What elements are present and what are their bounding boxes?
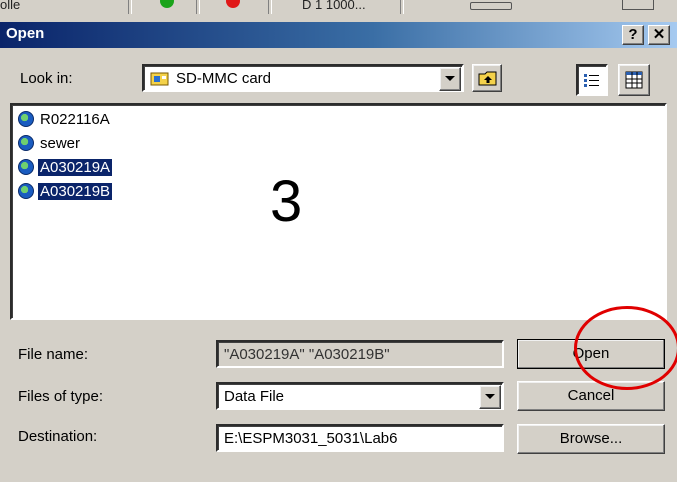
background-text: olle <box>0 0 21 12</box>
dialog-title: Open <box>6 25 45 42</box>
browse-button[interactable]: Browse... <box>517 424 665 454</box>
look-in-label: Look in: <box>20 70 73 87</box>
annotation-step-number: 3 <box>270 169 303 234</box>
toolbar-separator <box>196 0 200 14</box>
close-button[interactable]: ✕ <box>648 25 670 45</box>
file-list[interactable]: R022116A sewer A030219A A030219B <box>10 103 667 320</box>
list-item[interactable]: R022116A <box>18 109 112 129</box>
dialog-titlebar[interactable]: Open ? ✕ <box>0 22 677 48</box>
background-text: D 1 1000... <box>302 0 366 12</box>
destination-label: Destination: <box>18 428 98 445</box>
help-button[interactable]: ? <box>622 25 644 45</box>
toolbar-separator <box>128 0 132 14</box>
close-icon: ✕ <box>652 26 666 43</box>
details-view-icon <box>625 71 643 89</box>
files-of-type-dropdown-button[interactable] <box>479 385 501 409</box>
folder-up-icon <box>478 71 497 86</box>
ruler-icon <box>470 2 512 10</box>
list-item[interactable]: A030219B <box>18 181 113 201</box>
list-item[interactable]: A030219A <box>18 157 113 177</box>
files-of-type-value: Data File <box>224 388 285 405</box>
destination-field[interactable]: E:\ESPM3031_5031\Lab6 <box>216 424 504 452</box>
file-name-label: File name: <box>18 346 89 363</box>
list-item[interactable]: sewer <box>18 133 82 153</box>
card-drive-icon <box>150 70 170 86</box>
toolbar-separator <box>268 0 272 14</box>
up-one-level-button[interactable] <box>472 64 502 92</box>
annotation-highlight-circle <box>574 306 677 390</box>
files-of-type-label: Files of type: <box>18 388 104 405</box>
files-of-type-dropdown[interactable]: Data File <box>216 382 504 410</box>
list-view-icon <box>584 74 599 87</box>
look-in-value: SD-MMC card <box>176 70 272 87</box>
chevron-down-icon <box>485 394 495 399</box>
chevron-down-icon <box>445 76 455 81</box>
file-name-field[interactable]: "A030219A" "A030219B" <box>216 340 504 368</box>
background-app-toolbar: olle D 1 1000... <box>0 0 677 22</box>
data-file-icon <box>18 183 34 199</box>
data-file-icon <box>18 159 34 175</box>
data-file-icon <box>18 135 34 151</box>
list-view-button[interactable] <box>576 64 608 96</box>
toolbar-button-partial <box>622 0 654 10</box>
red-status-icon <box>226 0 240 8</box>
toolbar-separator <box>400 0 404 14</box>
data-file-icon <box>18 111 34 127</box>
details-view-button[interactable] <box>618 64 650 96</box>
look-in-dropdown-button[interactable] <box>439 67 461 91</box>
look-in-dropdown[interactable]: SD-MMC card <box>142 64 464 92</box>
green-status-icon <box>160 0 174 8</box>
